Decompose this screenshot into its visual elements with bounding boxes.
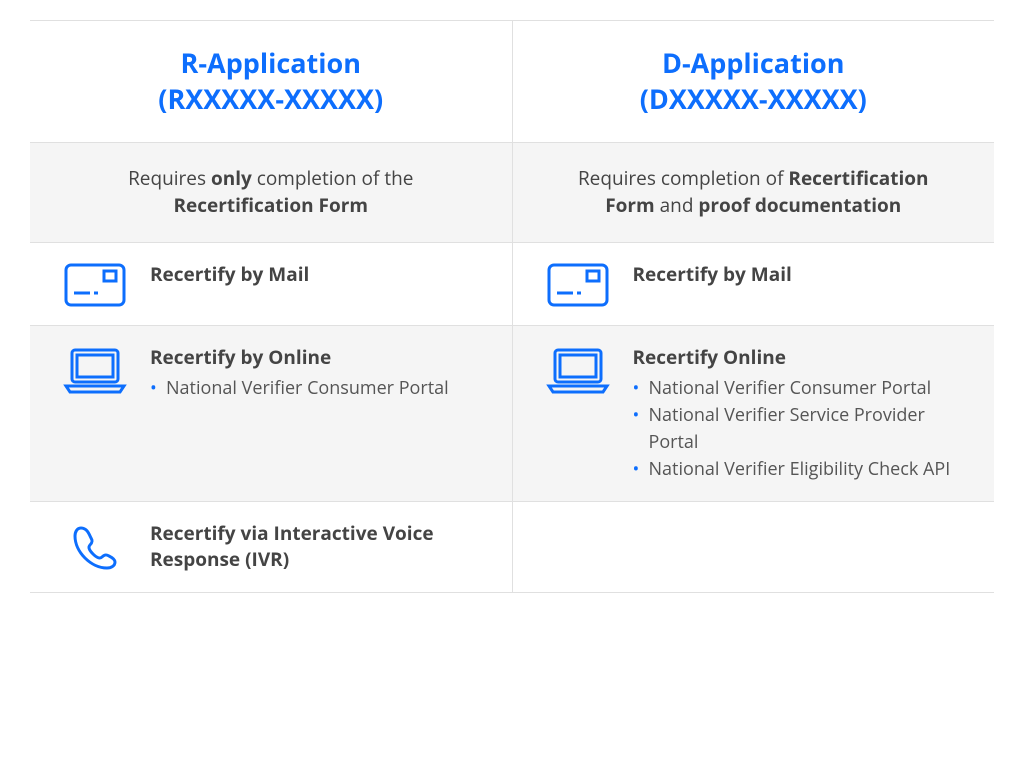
- list-item: National Verifier Service Provider Porta…: [633, 402, 965, 456]
- col-title-right-line1: D-Application: [662, 44, 845, 81]
- method-cell-right-mail: Recertify by Mail: [543, 261, 965, 307]
- desc-right-bold2: proof documentation: [698, 192, 901, 218]
- comparison-table: R-Application (RXXXXX-XXXXX) D-Applicati…: [30, 20, 994, 593]
- table-row: Recertify by Mail Recertify by Mail: [30, 242, 994, 325]
- method-list: National Verifier Consumer Portal Nation…: [633, 375, 965, 483]
- desc-left: Requires only completion of the Recertif…: [128, 165, 413, 219]
- desc-left-bold1: only: [211, 165, 252, 191]
- method-cell-left-ivr: Recertify via Interactive Voice Response…: [60, 520, 482, 574]
- list-item: National Verifier Consumer Portal: [150, 375, 482, 402]
- method-list: National Verifier Consumer Portal: [150, 375, 482, 402]
- method-cell-left-mail: Recertify by Mail: [60, 261, 482, 307]
- desc-right-pre: Requires completion of: [578, 165, 788, 191]
- method-title: Recertify by Mail: [150, 261, 482, 288]
- col-title-right: D-Application (DXXXXX-XXXXX): [533, 45, 975, 118]
- list-item: National Verifier Consumer Portal: [633, 375, 965, 402]
- mail-icon: [60, 261, 130, 307]
- method-cell-right-online: Recertify Online National Verifier Consu…: [543, 344, 965, 483]
- list-item: National Verifier Eligibility Check API: [633, 456, 965, 483]
- method-title: Recertify via Interactive Voice Response…: [150, 520, 482, 573]
- col-title-left-line1: R-Application: [181, 44, 361, 81]
- laptop-icon: [60, 344, 130, 394]
- header-row: R-Application (RXXXXX-XXXXX) D-Applicati…: [30, 21, 994, 143]
- method-title: Recertify by Mail: [633, 261, 965, 288]
- table-row: Recertify by Online National Verifier Co…: [30, 325, 994, 501]
- desc-left-mid: completion of the: [252, 165, 414, 191]
- col-title-left: R-Application (RXXXXX-XXXXX): [50, 45, 492, 118]
- laptop-icon: [543, 344, 613, 394]
- table-row: Recertify via Interactive Voice Response…: [30, 501, 994, 592]
- desc-right: Requires completion of Recertification F…: [578, 165, 929, 219]
- desc-left-pre: Requires: [128, 165, 211, 191]
- desc-right-mid: and: [655, 192, 699, 218]
- method-cell-left-online: Recertify by Online National Verifier Co…: [60, 344, 482, 402]
- description-row: Requires only completion of the Recertif…: [30, 142, 994, 242]
- desc-left-bold2: Recertification Form: [173, 192, 368, 218]
- col-title-left-line2: (RXXXXX-XXXXX): [158, 80, 383, 117]
- method-title: Recertify by Online: [150, 344, 482, 371]
- empty-cell: [512, 501, 994, 592]
- mail-icon: [543, 261, 613, 307]
- phone-icon: [60, 520, 130, 574]
- col-title-right-line2: (DXXXXX-XXXXX): [640, 80, 867, 117]
- method-title: Recertify Online: [633, 344, 965, 371]
